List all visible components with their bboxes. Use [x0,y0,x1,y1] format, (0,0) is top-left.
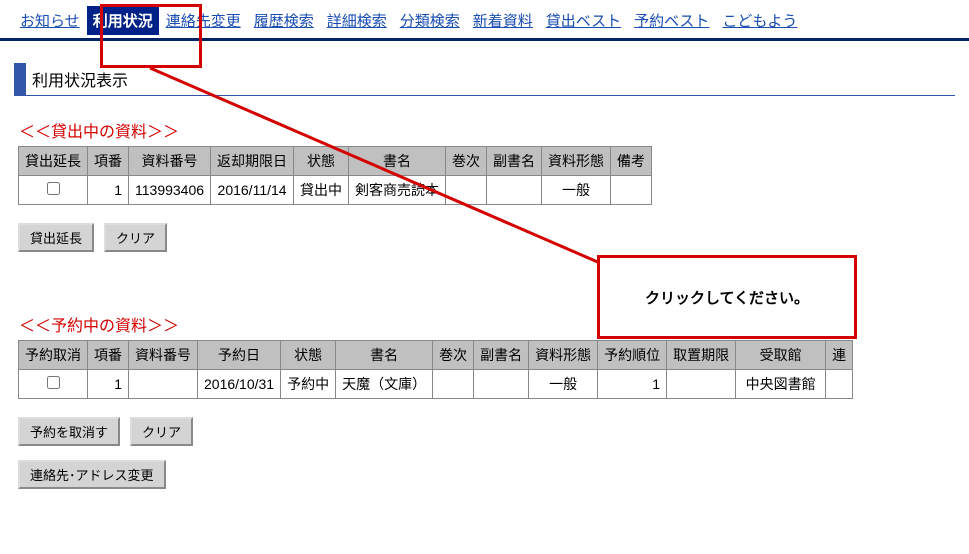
cancel-reserve-button[interactable]: 予約を取消す [18,417,120,446]
col-title: 書名 [336,341,433,370]
table-row: 1 113993406 2016/11/14 貸出中 剣客商売読本 一般 [19,176,652,205]
col-extra: 連 [826,341,853,370]
cell-status: 貸出中 [294,176,349,205]
cell-remarks [611,176,652,205]
col-subtitle: 副書名 [487,147,542,176]
col-order: 予約順位 [598,341,667,370]
col-extend: 貸出延長 [19,147,88,176]
col-vol: 巻次 [446,147,487,176]
cell-title: 剣客商売読本 [349,176,446,205]
cell-order: 1 [598,370,667,399]
page-title: 利用状況表示 [14,63,955,96]
col-subtitle: 副書名 [474,341,529,370]
section-loan-label: ＜＜貸出中の資料＞＞ [19,118,955,142]
col-type: 資料形態 [542,147,611,176]
cell-num: 1 [88,176,129,205]
extend-button[interactable]: 貸出延長 [18,223,94,252]
tab-contact-change[interactable]: 連絡先変更 [160,6,247,35]
col-status: 状態 [294,147,349,176]
tab-detail-search[interactable]: 詳細検索 [321,6,393,35]
cancel-checkbox[interactable] [47,376,60,389]
col-remarks: 備考 [611,147,652,176]
clear-button[interactable]: クリア [104,223,167,252]
col-hold: 取置期限 [667,341,736,370]
cell-title: 天魔（文庫） [336,370,433,399]
cell-subtitle [474,370,529,399]
col-num: 項番 [88,147,129,176]
callout-click: クリックしてください。 [597,255,857,339]
contact-change-button[interactable]: 連絡先･アドレス変更 [18,460,166,489]
cell-material-no: 113993406 [129,176,211,205]
cell-num: 1 [88,370,129,399]
cell-subtitle [487,176,542,205]
col-type: 資料形態 [529,341,598,370]
cell-vol [433,370,474,399]
tab-bar: お知らせ 利用状況 連絡先変更 履歴検索 詳細検索 分類検索 新着資料 貸出ベス… [0,0,969,41]
tab-usage[interactable]: 利用状況 [87,6,159,35]
cell-reserve-date: 2016/10/31 [198,370,281,399]
extend-checkbox[interactable] [47,182,60,195]
cell-vol [446,176,487,205]
tab-new-arrivals[interactable]: 新着資料 [467,6,539,35]
col-vol: 巻次 [433,341,474,370]
tab-news[interactable]: お知らせ [14,6,86,35]
col-pickup: 受取館 [736,341,826,370]
tab-reserve-best[interactable]: 予約ベスト [628,6,715,35]
cell-type: 一般 [529,370,598,399]
cell-extra [826,370,853,399]
cell-hold [667,370,736,399]
clear-button-2[interactable]: クリア [130,417,193,446]
col-cancel: 予約取消 [19,341,88,370]
cell-material-no [129,370,198,399]
col-num: 項番 [88,341,129,370]
col-title: 書名 [349,147,446,176]
col-material-no: 資料番号 [129,341,198,370]
tab-loan-best[interactable]: 貸出ベスト [540,6,627,35]
col-status: 状態 [281,341,336,370]
cell-type: 一般 [542,176,611,205]
col-reserve-date: 予約日 [198,341,281,370]
col-material-no: 資料番号 [129,147,211,176]
tab-kids[interactable]: こどもよう [716,6,803,35]
reserve-table: 予約取消 項番 資料番号 予約日 状態 書名 巻次 副書名 資料形態 予約順位 … [18,340,853,399]
cell-pickup: 中央図書館 [736,370,826,399]
cell-return-date: 2016/11/14 [211,176,294,205]
loan-table: 貸出延長 項番 資料番号 返却期限日 状態 書名 巻次 副書名 資料形態 備考 … [18,146,652,205]
cell-status: 予約中 [281,370,336,399]
table-row: 1 2016/10/31 予約中 天魔（文庫） 一般 1 中央図書館 [19,370,853,399]
tab-history-search[interactable]: 履歴検索 [248,6,320,35]
col-return-date: 返却期限日 [211,147,294,176]
callout-text: クリックしてください。 [645,287,809,308]
tab-category-search[interactable]: 分類検索 [394,6,466,35]
